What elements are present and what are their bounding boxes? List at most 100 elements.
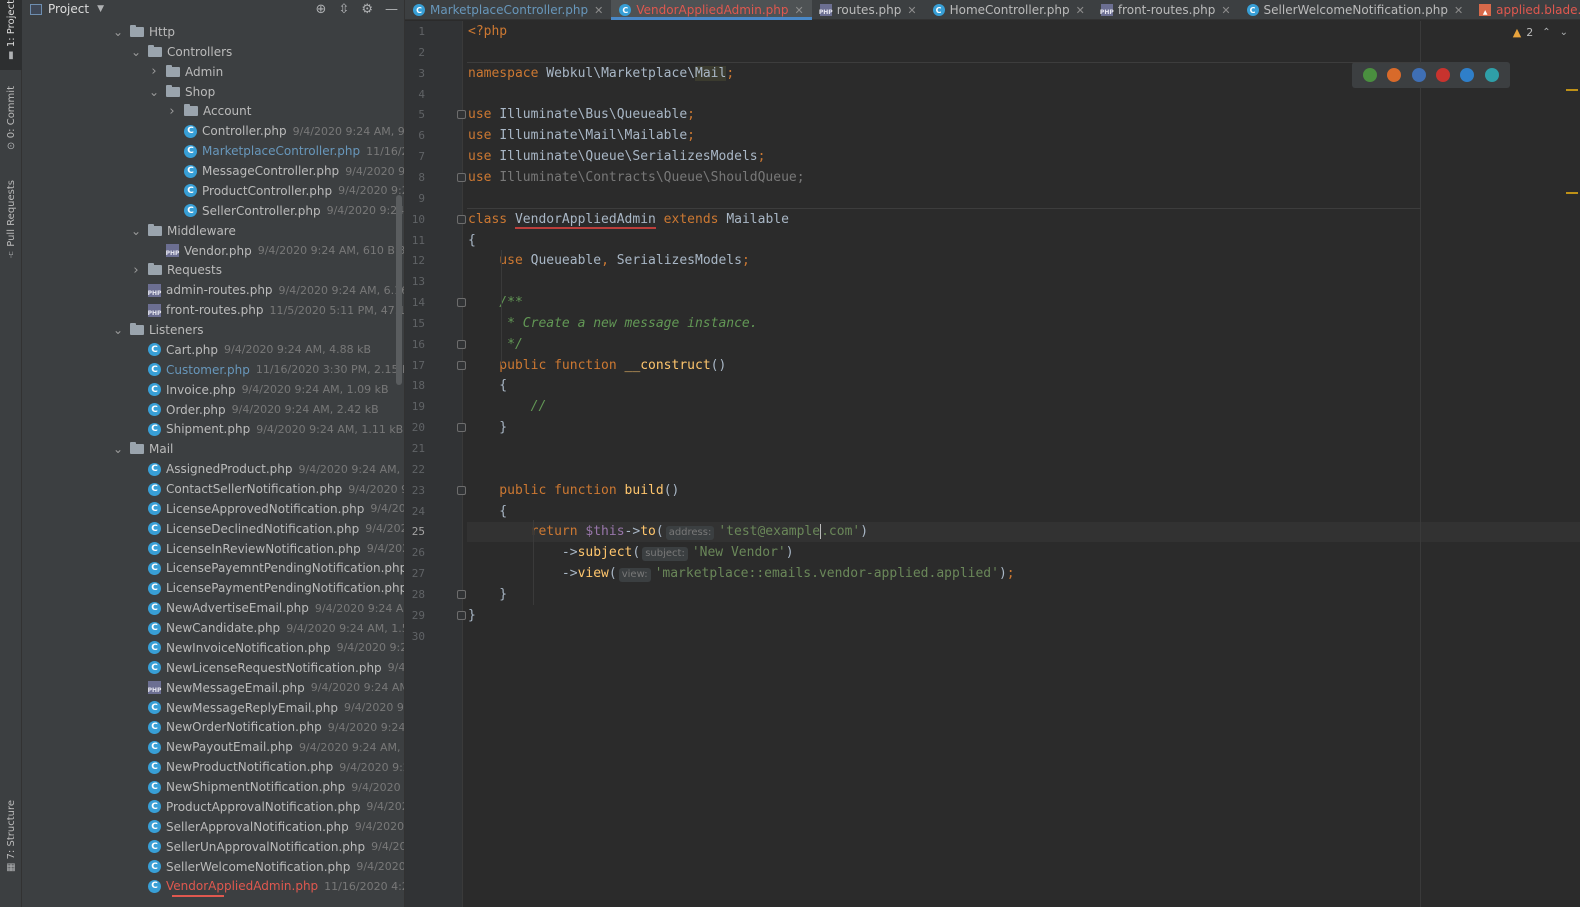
fold-marker-icon[interactable] [457, 339, 466, 349]
editor-tab[interactable]: C MarketplaceController.php ✕ [405, 0, 611, 20]
tree-file-row[interactable]: C LicenseInReviewNotification.php 9/4/2020… [130, 539, 404, 559]
gear-icon[interactable]: ⚙ [361, 2, 373, 17]
fold-marker-icon[interactable] [457, 589, 466, 599]
tree-file-row[interactable]: C ProductController.php 9/4/2020 9:24 [166, 181, 404, 201]
tree-file-row[interactable]: C NewProductNotification.php 9/4/2020 9:24… [130, 757, 404, 777]
tree-folder-row[interactable]: ⌄ Shop [148, 82, 215, 102]
tree-file-row[interactable]: C Order.php 9/4/2020 9:24 AM, 2.42 kB [130, 400, 379, 420]
tree-folder-row[interactable]: ⌄ Listeners [112, 320, 204, 340]
tree-file-row[interactable]: C LicenseApprovedNotification.php 9/4/2020… [130, 499, 404, 519]
warning-stripe-marker[interactable] [1566, 89, 1578, 91]
editor-tab[interactable]: ▲applied.blade.php✕ [1471, 0, 1580, 20]
chevron-down-icon[interactable]: ⌄ [112, 323, 124, 337]
tree-file-row[interactable]: C NewInvoiceNotification.php 9/4/2020 9:24… [130, 638, 404, 658]
tree-file-row[interactable]: C ContactSellerNotification.php 9/4/2020 9… [130, 479, 404, 499]
tree-file-row[interactable]: PHP admin-routes.php 9/4/2020 9:24 AM, 6.1… [130, 280, 404, 300]
structure-tool-tab[interactable]: 7: Structure ▦ [0, 800, 22, 873]
inspection-widget[interactable]: ▲ 2 ⌃ ⌄ [1513, 26, 1568, 39]
project-tool-tab[interactable]: 1: Project ▮ [0, 0, 22, 70]
tree-file-row[interactable]: C MarketplaceController.php 11/16/202 [166, 141, 404, 161]
tree-file-row[interactable]: PHP front-routes.php 11/5/2020 5:11 PM, 47… [130, 300, 404, 320]
editor-tab[interactable]: PHP front-routes.php ✕ [1093, 0, 1239, 20]
tree-file-row[interactable]: C Customer.php 11/16/2020 3:30 PM, 2.15 kB… [130, 360, 404, 380]
tree-file-row[interactable]: C Shipment.php 9/4/2020 9:24 AM, 1.11 kB [130, 419, 403, 439]
tree-file-row[interactable]: C Cart.php 9/4/2020 9:24 AM, 4.88 kB [130, 340, 371, 360]
previous-highlight-icon[interactable]: ⌃ [1542, 27, 1550, 38]
chevron-down-icon[interactable]: ⌄ [112, 25, 124, 39]
tree-file-row[interactable]: PHP Vendor.php 9/4/2020 9:24 AM, 610 B 35 … [148, 241, 404, 261]
tree-file-row[interactable]: C ProductApprovalNotification.php 9/4/2020… [130, 797, 404, 817]
tree-file-row[interactable]: C LicenseDeclinedNotification.php 9/4/2020… [130, 519, 404, 539]
tree-folder-row[interactable]: ⌄ Http [112, 22, 175, 42]
tree-file-row[interactable]: C Invoice.php 9/4/2020 9:24 AM, 1.09 kB [130, 380, 389, 400]
editor-tab[interactable]: C SellerWelcomeNotification.php ✕ [1239, 0, 1472, 20]
tree-folder-row[interactable]: › Requests [130, 260, 222, 280]
close-icon[interactable]: ✕ [1221, 4, 1230, 17]
next-highlight-icon[interactable]: ⌄ [1560, 27, 1568, 38]
tree-file-row[interactable]: C VendorAppliedAdmin.php 11/16/2020 4:20 P [130, 876, 404, 896]
tree-file-row[interactable]: C AssignedProduct.php 9/4/2020 9:24 AM, 1.… [130, 459, 404, 479]
tree-item-meta: 9/4/2020 9:24 AM, 942 [292, 124, 404, 138]
code-area[interactable]: <?php namespace Webkul\Marketplace\Mail; u… [467, 21, 1580, 907]
tree-file-row[interactable]: C NewCandidate.php 9/4/2020 9:24 AM, 1.53 … [130, 618, 404, 638]
collapse-all-icon[interactable]: ⇳ [338, 2, 349, 17]
fold-marker-icon[interactable] [457, 423, 466, 433]
fold-marker-icon[interactable] [457, 610, 466, 620]
project-view-selector[interactable]: Project [48, 2, 89, 16]
ie-icon[interactable] [1460, 68, 1475, 82]
pull-requests-tool-tab[interactable]: Pull Requests ⑂ [0, 180, 22, 261]
chevron-down-icon[interactable]: ⌄ [130, 45, 142, 59]
tree-file-row[interactable]: C NewMessageReplyEmail.php 9/4/2020 9:24 A [130, 698, 404, 718]
editor-tab[interactable]: C VendorAppliedAdmin.php ✕ [611, 0, 813, 20]
close-icon[interactable]: ✕ [594, 4, 603, 17]
chevron-down-icon[interactable]: ⌄ [130, 224, 142, 238]
fold-marker-icon[interactable] [457, 172, 466, 182]
tree-scrollbar[interactable] [396, 195, 402, 385]
tree-file-row[interactable]: C Controller.php 9/4/2020 9:24 AM, 942 [166, 121, 404, 141]
chevron-down-icon[interactable]: ▼ [97, 4, 104, 14]
editor-tab[interactable]: C HomeController.php ✕ [925, 0, 1093, 20]
tree-file-row[interactable]: C SellerApprovalNotification.php 9/4/2020 … [130, 817, 404, 837]
hide-panel-icon[interactable]: — [385, 2, 398, 17]
tree-folder-row[interactable]: ⌄ Mail [112, 439, 173, 459]
tree-file-row[interactable]: C NewLicenseRequestNotification.php 9/4/20… [130, 658, 404, 678]
close-icon[interactable]: ✕ [795, 4, 804, 17]
tree-folder-row[interactable]: › Admin [148, 62, 223, 82]
tree-folder-row[interactable]: ⌄ Controllers [130, 42, 232, 62]
chevron-right-icon[interactable]: › [148, 64, 160, 79]
tree-folder-row[interactable]: ⌄ Middleware [130, 221, 236, 241]
fold-marker-icon[interactable] [457, 360, 466, 370]
close-icon[interactable]: ✕ [1454, 4, 1463, 17]
chrome-icon[interactable] [1363, 68, 1378, 82]
tree-folder-row[interactable]: › Account [166, 101, 251, 121]
fold-marker-icon[interactable] [457, 214, 466, 224]
chevron-right-icon[interactable]: › [166, 104, 178, 119]
tree-file-row[interactable]: C NewShipmentNotification.php 9/4/2020 9:2… [130, 777, 404, 797]
opera-icon[interactable] [1436, 68, 1451, 82]
edge-icon[interactable] [1484, 68, 1499, 82]
safari-icon[interactable] [1411, 68, 1426, 82]
tree-file-row[interactable]: C SellerWelcomeNotification.php 9/4/2020 9… [130, 857, 404, 877]
tree-file-row[interactable]: C MessageController.php 9/4/2020 9:24 [166, 161, 404, 181]
locate-file-icon[interactable]: ⊕ [316, 2, 327, 17]
tree-file-row[interactable]: CLicensePayemntPendingNotification.php9/ [130, 558, 404, 578]
commit-tool-tab[interactable]: 0: Commit ⊙ [0, 86, 22, 152]
fold-marker-icon[interactable] [457, 298, 466, 308]
close-icon[interactable]: ✕ [907, 4, 916, 17]
chevron-down-icon[interactable]: ⌄ [112, 442, 124, 456]
warning-stripe-marker[interactable] [1566, 192, 1578, 194]
firefox-icon[interactable] [1387, 68, 1402, 82]
tree-file-row[interactable]: PHP NewMessageEmail.php 9/4/2020 9:24 AM, … [130, 678, 404, 698]
chevron-right-icon[interactable]: › [130, 263, 142, 278]
fold-marker-icon[interactable] [457, 110, 466, 120]
tree-file-row[interactable]: CLicensePaymentPendingNotification.php9/ [130, 578, 404, 598]
tree-file-row[interactable]: C NewPayoutEmail.php 9/4/2020 9:24 AM, 1.3… [130, 737, 404, 757]
editor-tab[interactable]: PHP routes.php ✕ [812, 0, 925, 20]
tree-file-row[interactable]: C NewOrderNotification.php 9/4/2020 9:24 A… [130, 717, 404, 737]
chevron-down-icon[interactable]: ⌄ [148, 85, 160, 99]
tree-file-row[interactable]: C SellerController.php 9/4/2020 9:24 AM [166, 201, 404, 221]
tree-file-row[interactable]: C NewAdvertiseEmail.php 9/4/2020 9:24 AM, … [130, 598, 404, 618]
fold-marker-icon[interactable] [457, 485, 466, 495]
tree-file-row[interactable]: C SellerUnApprovalNotification.php 9/4/202… [130, 837, 404, 857]
close-icon[interactable]: ✕ [1076, 4, 1085, 17]
